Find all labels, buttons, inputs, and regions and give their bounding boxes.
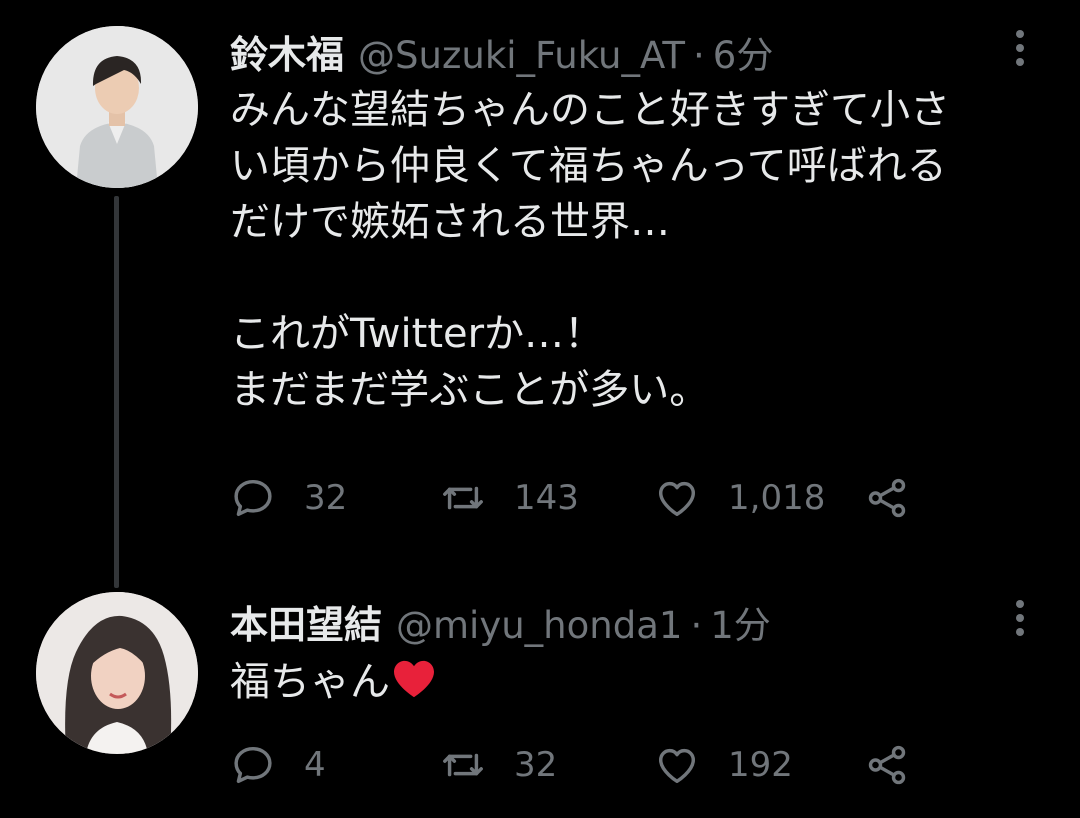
- more-dot: [1016, 600, 1024, 608]
- tweet-text-content: 福ちゃん: [230, 659, 390, 705]
- tweet-timestamp[interactable]: 1分: [710, 595, 771, 649]
- author-handle[interactable]: @miyu_honda1: [396, 604, 682, 647]
- share-icon: [868, 745, 906, 785]
- tweet[interactable]: 本田望結 @miyu_honda1 · 1分 福ちゃん 4 32 192: [0, 0, 1080, 818]
- more-options-button[interactable]: [1004, 594, 1036, 642]
- header-separator: ·: [690, 604, 703, 647]
- retweet-button[interactable]: 32: [440, 735, 557, 795]
- red-heart-emoji-icon: [394, 660, 434, 698]
- retweet-icon: [443, 753, 483, 777]
- like-button[interactable]: 192: [654, 735, 793, 795]
- reply-count: 4: [304, 745, 326, 785]
- heart-outline-icon: [658, 748, 696, 784]
- tweet-header: 本田望結 @miyu_honda1 · 1分: [230, 594, 771, 647]
- tweet-text: 福ちゃん: [230, 654, 1050, 710]
- share-button[interactable]: [864, 735, 910, 795]
- author-display-name[interactable]: 本田望結: [230, 594, 382, 649]
- reply-icon: [234, 746, 272, 784]
- tweet-text-line: 福ちゃん: [230, 654, 1050, 710]
- reply-button[interactable]: 4: [230, 735, 326, 795]
- avatar-image: [36, 592, 198, 754]
- like-count: 192: [728, 745, 793, 785]
- more-dot: [1016, 614, 1024, 622]
- retweet-count: 32: [514, 745, 558, 785]
- avatar[interactable]: [36, 592, 198, 754]
- tweet-actions: 4 32 192: [230, 735, 930, 795]
- more-dot: [1016, 628, 1024, 636]
